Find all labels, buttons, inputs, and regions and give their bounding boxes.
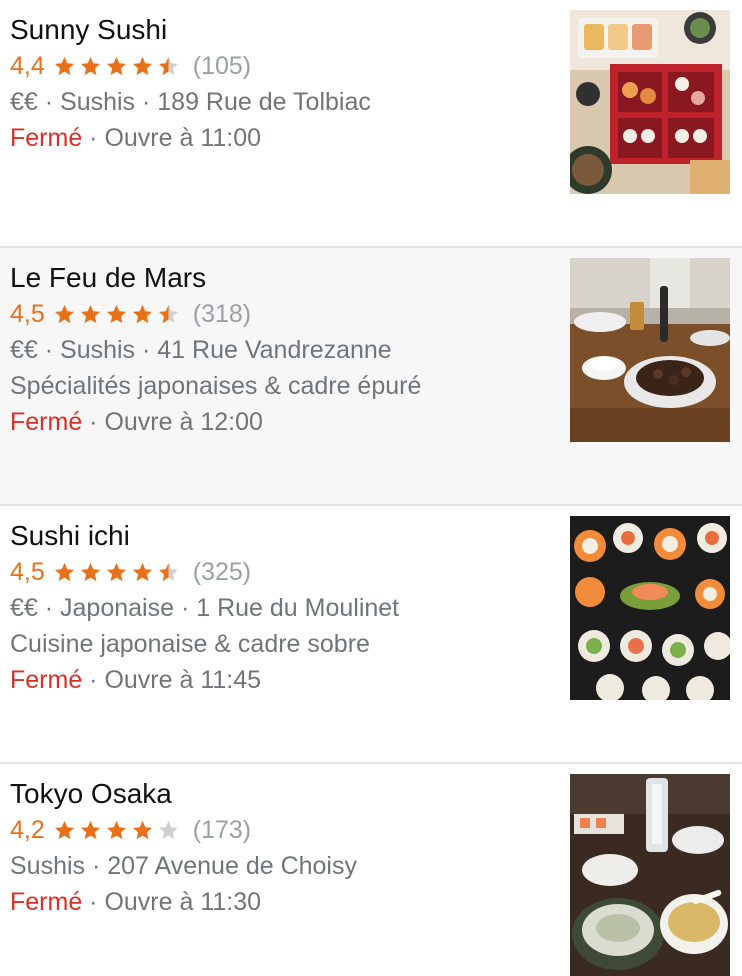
star-rating: [53, 819, 183, 842]
star-icon: [132, 56, 152, 75]
star-icon: [80, 562, 100, 581]
star-icon: [158, 56, 178, 75]
star-icon: [158, 820, 178, 839]
opening-hours: · Ouvre à 11:00: [82, 124, 262, 152]
star-icon: [80, 56, 100, 75]
star-icon: [80, 820, 100, 839]
restaurant-details: €€ · Sushis · 189 Rue de Tolbiac: [10, 88, 371, 116]
star-icon: [158, 304, 178, 323]
restaurant-info: Tokyo Osaka 4,2 (173) Sushis · 207 Avenu…: [10, 776, 550, 920]
restaurant-details: €€ · Sushis · 41 Rue Vandrezanne: [10, 336, 392, 364]
star-icon: [106, 56, 126, 75]
restaurant-description: Spécialités japonaises & cadre épuré: [10, 372, 422, 400]
closed-label: Fermé: [10, 888, 83, 916]
maki-platter-image: [570, 516, 730, 700]
restaurant-name[interactable]: Sunny Sushi: [10, 12, 550, 48]
restaurant-name[interactable]: Le Feu de Mars: [10, 260, 550, 296]
review-count[interactable]: (173): [193, 812, 251, 848]
opening-status: Fermé · Ouvre à 12:00: [10, 404, 550, 440]
opening-hours: · Ouvre à 11:45: [82, 666, 262, 694]
opening-hours: · Ouvre à 12:00: [82, 408, 263, 436]
star-rating: [53, 55, 183, 78]
star-icon: [106, 304, 126, 323]
rating-row: 4,5 (318): [10, 296, 550, 332]
star-icon: [132, 304, 152, 323]
star-icon: [106, 820, 126, 839]
soup-bowls-image: [570, 774, 730, 976]
restaurant-info: Le Feu de Mars 4,5 (318) €€ · Sushis · 4…: [10, 260, 550, 440]
rating-value: 4,5: [10, 558, 45, 586]
star-icon: [132, 562, 152, 581]
star-icon: [54, 56, 74, 75]
soup-bowls-photo[interactable]: [570, 774, 730, 976]
restaurant-info: Sushi ichi 4,5 (325) €€ · Japonaise · 1 …: [10, 518, 550, 698]
opening-status: Fermé · Ouvre à 11:00: [10, 120, 550, 156]
rating-value: 4,5: [10, 300, 45, 328]
star-rating: [53, 561, 183, 584]
star-icon: [132, 820, 152, 839]
restaurant-card[interactable]: Le Feu de Mars 4,5 (318) €€ · Sushis · 4…: [0, 248, 742, 506]
review-count[interactable]: (325): [193, 554, 251, 590]
star-icon: [54, 562, 74, 581]
star-icon: [158, 562, 178, 581]
star-icon: [54, 304, 74, 323]
rating-value: 4,2: [10, 816, 45, 844]
star-icon: [80, 304, 100, 323]
restaurant-description: Cuisine japonaise & cadre sobre: [10, 630, 370, 658]
rating-row: 4,2 (173): [10, 812, 550, 848]
restaurant-card[interactable]: Sushi ichi 4,5 (325) €€ · Japonaise · 1 …: [0, 506, 742, 764]
opening-status: Fermé · Ouvre à 11:30: [10, 884, 550, 920]
maki-platter-photo[interactable]: [570, 516, 730, 700]
restaurant-name[interactable]: Tokyo Osaka: [10, 776, 550, 812]
rating-row: 4,5 (325): [10, 554, 550, 590]
restaurant-details: Sushis · 207 Avenue de Choisy: [10, 852, 357, 880]
closed-label: Fermé: [10, 408, 83, 436]
teppanyaki-table-image: [570, 258, 730, 442]
review-count[interactable]: (318): [193, 296, 251, 332]
opening-hours: · Ouvre à 11:30: [82, 888, 262, 916]
closed-label: Fermé: [10, 124, 83, 152]
restaurant-name[interactable]: Sushi ichi: [10, 518, 550, 554]
rating-value: 4,4: [10, 52, 45, 80]
sushi-bento-photo[interactable]: [570, 10, 730, 194]
star-rating: [53, 303, 183, 326]
restaurant-card[interactable]: Tokyo Osaka 4,2 (173) Sushis · 207 Avenu…: [0, 764, 742, 976]
closed-label: Fermé: [10, 666, 83, 694]
restaurant-list: Sunny Sushi 4,4 (105) €€ · Sushis · 189 …: [0, 0, 742, 976]
teppanyaki-table-photo[interactable]: [570, 258, 730, 442]
opening-status: Fermé · Ouvre à 11:45: [10, 662, 550, 698]
star-icon: [106, 562, 126, 581]
star-icon: [54, 820, 74, 839]
restaurant-card[interactable]: Sunny Sushi 4,4 (105) €€ · Sushis · 189 …: [0, 0, 742, 248]
restaurant-details: €€ · Japonaise · 1 Rue du Moulinet: [10, 594, 400, 622]
restaurant-info: Sunny Sushi 4,4 (105) €€ · Sushis · 189 …: [10, 12, 550, 156]
review-count[interactable]: (105): [193, 48, 251, 84]
rating-row: 4,4 (105): [10, 48, 550, 84]
sushi-bento-image: [570, 10, 730, 194]
